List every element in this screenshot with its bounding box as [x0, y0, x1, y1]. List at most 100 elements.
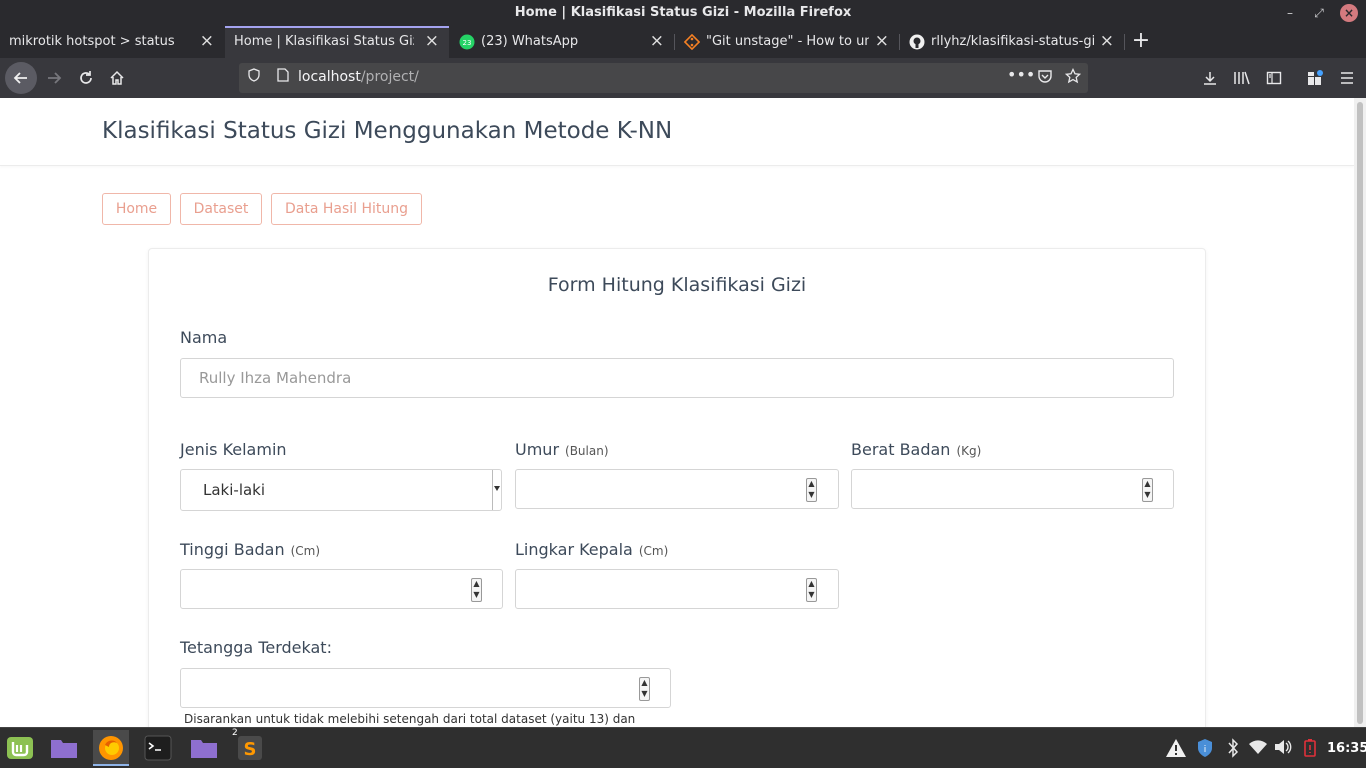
clock[interactable]: 16:35 — [1327, 741, 1366, 756]
jenis-kelamin-select[interactable]: Laki-laki — [180, 469, 502, 511]
scrollbar-thumb[interactable] — [1357, 102, 1363, 724]
spin-down-icon[interactable]: ▼ — [807, 590, 816, 601]
back-button[interactable] — [5, 62, 37, 94]
url-bar[interactable]: localhost/project/ ••• — [239, 63, 1088, 93]
tab-label: "Git unstage" - How to unst — [706, 34, 869, 49]
close-tab-icon[interactable]: × — [200, 32, 214, 50]
tinggi-label: Tinggi Badan (Cm) — [180, 540, 320, 559]
bluetooth-icon[interactable] — [1223, 738, 1243, 758]
forward-arrow-icon — [48, 72, 62, 84]
taskbar-firefox-button[interactable] — [93, 730, 129, 766]
page-info-icon[interactable] — [274, 68, 292, 86]
tetangga-spinner[interactable]: ▲ ▼ — [639, 677, 650, 701]
svg-text:S: S — [244, 739, 257, 760]
reload-icon — [80, 71, 92, 84]
nama-placeholder: Rully Ihza Mahendra — [199, 369, 352, 387]
pocket-icon[interactable] — [1036, 68, 1054, 86]
folder-icon — [51, 740, 77, 758]
tab-separator — [899, 34, 900, 50]
extensions-button[interactable] — [1301, 64, 1329, 92]
spin-up-icon[interactable]: ▲ — [807, 479, 816, 490]
close-tab-icon[interactable]: × — [425, 32, 439, 50]
forward-button[interactable] — [40, 64, 68, 92]
tab-home-klasifikasi[interactable]: Home | Klasifikasi Status Gizi × — [225, 26, 449, 58]
umur-unit: (Bulan) — [565, 444, 609, 458]
tab-whatsapp[interactable]: 23 (23) WhatsApp × — [450, 26, 674, 58]
warning-icon[interactable] — [1165, 738, 1186, 758]
spin-up-icon[interactable]: ▲ — [1143, 479, 1152, 490]
downloads-button[interactable] — [1196, 64, 1224, 92]
lingkar-label-text: Lingkar Kepala — [515, 540, 633, 559]
umur-input[interactable]: ▲ ▼ — [515, 469, 839, 509]
folder-icon — [191, 740, 217, 758]
berat-label: Berat Badan (Kg) — [851, 440, 981, 459]
maximize-button[interactable]: ⤢ — [1310, 4, 1328, 22]
close-tab-icon[interactable]: × — [650, 32, 664, 50]
library-button[interactable] — [1228, 64, 1256, 92]
sublime-window-count: 2 — [232, 728, 238, 738]
url-text[interactable]: localhost/project/ — [298, 69, 419, 85]
taskbar-terminal-button[interactable] — [140, 730, 176, 766]
spin-down-icon[interactable]: ▼ — [640, 689, 649, 700]
sidebar-button[interactable] — [1260, 64, 1288, 92]
bookmark-star-icon[interactable] — [1064, 67, 1082, 86]
tetangga-input[interactable]: ▲ ▼ — [180, 668, 671, 708]
close-tab-icon[interactable]: × — [1100, 32, 1114, 50]
page-shape — [277, 68, 289, 82]
lingkar-input[interactable]: ▲ ▼ — [515, 569, 839, 609]
tinggi-spinner[interactable]: ▲ ▼ — [471, 578, 482, 602]
close-tab-icon[interactable]: × — [875, 32, 889, 50]
taskbar-folder-button[interactable] — [186, 730, 222, 766]
home-icon — [110, 70, 124, 85]
page-scrollbar[interactable] — [1354, 98, 1366, 727]
taskbar-sublime-button[interactable]: S 2 — [232, 728, 268, 766]
window-titlebar: Home | Klasifikasi Status Gizi - Mozilla… — [0, 0, 1366, 26]
berat-input[interactable]: ▲ ▼ — [851, 469, 1174, 509]
spin-down-icon[interactable]: ▼ — [472, 590, 481, 601]
sublime-text-icon: S — [238, 736, 262, 760]
page-actions-icon[interactable]: ••• — [1007, 66, 1035, 84]
spin-up-icon[interactable]: ▲ — [807, 579, 816, 590]
nav-data-hasil-hitung-button[interactable]: Data Hasil Hitung — [271, 193, 422, 225]
wifi-shape — [1249, 740, 1267, 754]
nav-home-button[interactable]: Home — [102, 193, 171, 225]
menu-button[interactable] — [1333, 64, 1361, 92]
mint-menu-button[interactable] — [2, 730, 38, 766]
tab-github[interactable]: rllyhz/klasifikasi-status-gizi × — [900, 26, 1124, 58]
shield-shape — [248, 68, 260, 82]
wifi-icon[interactable] — [1248, 738, 1268, 758]
linux-mint-icon — [7, 737, 33, 759]
tinggi-label-text: Tinggi Badan — [180, 540, 285, 559]
nama-input[interactable]: Rully Ihza Mahendra — [180, 358, 1174, 398]
minimize-button[interactable]: – — [1281, 4, 1299, 22]
spin-down-icon[interactable]: ▼ — [1143, 490, 1152, 501]
tab-mikrotik[interactable]: mikrotik hotspot > status × — [0, 26, 224, 58]
umur-spinner[interactable]: ▲ ▼ — [806, 478, 817, 502]
taskbar-files-button[interactable] — [46, 730, 82, 766]
spin-down-icon[interactable]: ▼ — [807, 490, 816, 501]
home-button[interactable] — [103, 64, 131, 92]
reload-button[interactable] — [72, 64, 100, 92]
tab-label: Home | Klasifikasi Status Gizi — [234, 34, 414, 49]
close-window-button[interactable]: × — [1340, 4, 1358, 22]
terminal-icon — [144, 735, 172, 761]
tinggi-input[interactable]: ▲ ▼ — [180, 569, 503, 609]
new-tab-button[interactable]: + — [1129, 28, 1153, 54]
shield-icon[interactable] — [245, 68, 263, 86]
spin-up-icon[interactable]: ▲ — [472, 579, 481, 590]
page-content: Klasifikasi Status Gizi Menggunakan Meto… — [0, 98, 1354, 727]
berat-spinner[interactable]: ▲ ▼ — [1142, 478, 1153, 502]
volume-icon[interactable] — [1273, 738, 1293, 758]
spin-up-icon[interactable]: ▲ — [640, 678, 649, 689]
umur-label-text: Umur — [515, 440, 560, 459]
site-title: Klasifikasi Status Gizi Menggunakan Meto… — [102, 118, 673, 144]
window-title: Home | Klasifikasi Status Gizi - Mozilla… — [514, 5, 852, 20]
tab-git-unstage[interactable]: "Git unstage" - How to unst × — [675, 26, 899, 58]
update-shield-icon[interactable]: i — [1195, 738, 1215, 758]
umur-label: Umur (Bulan) — [515, 440, 609, 459]
battery-icon[interactable] — [1300, 738, 1320, 758]
lingkar-spinner[interactable]: ▲ ▼ — [806, 578, 817, 602]
lingkar-unit: (Cm) — [638, 544, 669, 558]
tab-separator — [674, 34, 675, 50]
nav-dataset-button[interactable]: Dataset — [180, 193, 262, 225]
